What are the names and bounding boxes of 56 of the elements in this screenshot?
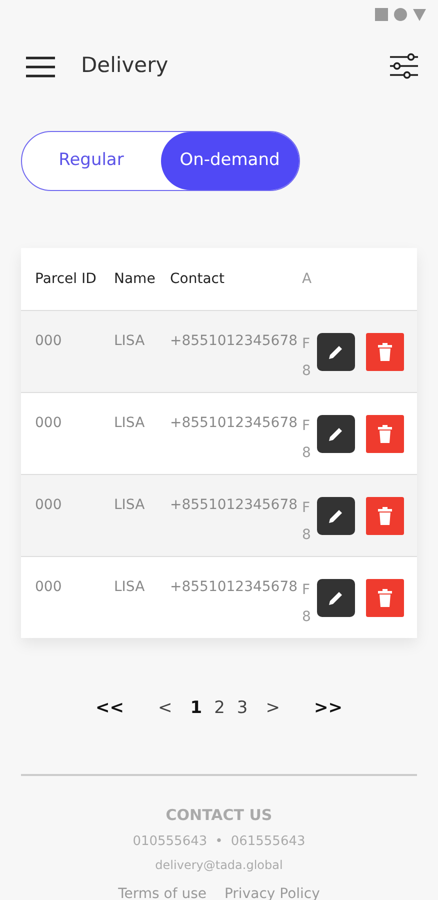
column-header: Contact — [170, 270, 226, 288]
table-cell-text: +8551012345678 — [170, 414, 299, 433]
page-link[interactable]: 2 — [208, 696, 231, 722]
table-cell-text: F — [302, 335, 312, 354]
trash-icon — [377, 342, 393, 360]
edit-button[interactable] — [317, 496, 355, 534]
column-header: A — [302, 270, 313, 289]
trash-icon — [377, 424, 393, 442]
table-cell-text: 8 — [302, 608, 312, 627]
column-header: Parcel ID — [34, 270, 98, 288]
table-cell-text: LISA — [114, 414, 146, 433]
column-header: Name — [114, 270, 156, 288]
table-cell-text: F — [302, 417, 312, 436]
table-cell-text: +8551012345678 — [170, 332, 299, 351]
triangle-icon — [413, 8, 426, 21]
trash-icon — [377, 506, 393, 524]
page-link[interactable]: 1 — [184, 696, 208, 722]
phone-number: 061555643 — [230, 833, 306, 851]
table-cell-text: LISA — [114, 332, 146, 351]
pager-button[interactable]: > — [258, 696, 288, 722]
delete-button[interactable] — [366, 496, 404, 534]
pager-button[interactable]: << — [88, 696, 132, 722]
table-cell-text: +8551012345678 — [170, 496, 299, 515]
table-cell-text: 000 — [34, 414, 63, 433]
table-cell-text: 8 — [302, 526, 312, 545]
table-cell-text: F — [302, 499, 312, 518]
delete-button[interactable] — [366, 332, 404, 370]
phone-number: 010555643 — [132, 833, 208, 851]
page-link[interactable]: 3 — [230, 696, 254, 722]
delete-button[interactable] — [366, 578, 404, 616]
delete-button[interactable] — [366, 414, 404, 452]
trash-icon — [377, 588, 393, 606]
table-cell-text: 000 — [34, 578, 63, 597]
toggle-tab[interactable]: On-demand — [160, 132, 299, 190]
table-cell-text: 000 — [34, 496, 63, 515]
menu-button[interactable] — [26, 54, 55, 78]
table-cell-text: 8 — [302, 362, 312, 381]
table-cell-text: 000 — [34, 332, 63, 351]
edit-button[interactable] — [317, 332, 355, 370]
table-cell-text: F — [302, 581, 312, 600]
table-cell-text: 8 — [302, 444, 312, 463]
page-title: Delivery — [81, 52, 170, 80]
edit-button[interactable] — [317, 414, 355, 452]
table-cell-text: +8551012345678 — [170, 578, 299, 597]
edit-button[interactable] — [317, 578, 355, 616]
table-cell-text: LISA — [114, 578, 146, 597]
filter-button[interactable] — [390, 53, 418, 79]
pager-button[interactable]: < — [150, 696, 180, 722]
stop-icon — [375, 8, 388, 21]
email-address: delivery@tada.global — [154, 856, 284, 874]
separator-dot: • — [215, 833, 223, 851]
pager-button[interactable]: >> — [306, 696, 350, 722]
toggle-tab[interactable]: Regular — [22, 132, 160, 190]
contact-heading: CONTACT US — [164, 804, 274, 826]
circle-icon — [394, 8, 407, 21]
table-cell-text: LISA — [114, 496, 146, 515]
